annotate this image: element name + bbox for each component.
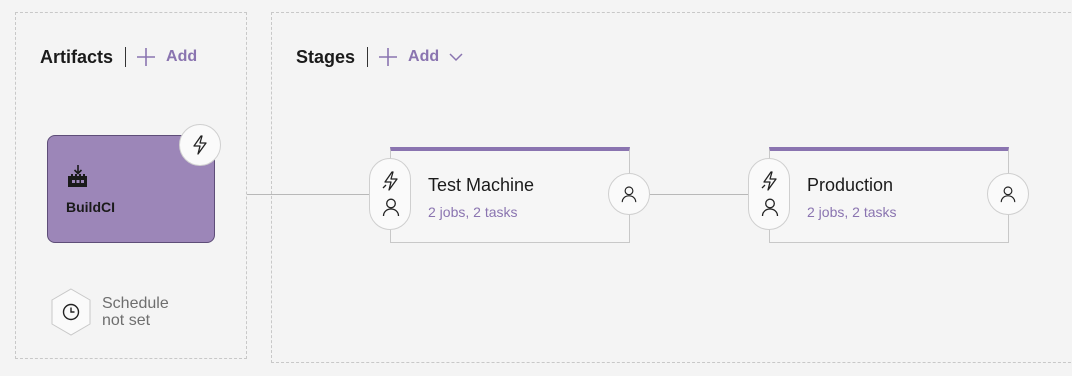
add-stage-label: Add bbox=[408, 48, 440, 65]
add-artifact-label: Add bbox=[166, 48, 198, 65]
plus-icon bbox=[137, 48, 156, 66]
stage-summary: 2 jobs, 2 tasks bbox=[428, 204, 518, 220]
person-icon bbox=[761, 198, 779, 217]
pre-deployment-conditions-button[interactable] bbox=[369, 158, 411, 230]
chevron-down-icon bbox=[449, 53, 463, 62]
clock-icon bbox=[51, 288, 91, 336]
stage-card-production[interactable]: Production 2 jobs, 2 tasks bbox=[769, 147, 1009, 243]
build-icon bbox=[68, 165, 87, 187]
artifact-name: BuildCI bbox=[66, 199, 115, 215]
lightning-icon bbox=[382, 171, 398, 191]
artifacts-header: Artifacts Add bbox=[40, 45, 197, 69]
schedule-trigger[interactable]: Schedule not set bbox=[50, 288, 169, 336]
stage-stage-connector bbox=[650, 194, 750, 195]
artifacts-title: Artifacts bbox=[40, 46, 114, 67]
post-deployment-conditions-button[interactable] bbox=[608, 173, 650, 215]
schedule-line-1: Schedule bbox=[102, 295, 169, 312]
post-deployment-conditions-button[interactable] bbox=[987, 173, 1029, 215]
header-separator bbox=[125, 47, 127, 67]
schedule-line-2: not set bbox=[102, 312, 151, 329]
continuous-deployment-trigger-button[interactable] bbox=[179, 124, 221, 166]
person-icon bbox=[621, 186, 637, 203]
add-artifact-button[interactable]: Add bbox=[136, 47, 197, 67]
stage-name: Test Machine bbox=[428, 175, 535, 195]
stage-card-test-machine[interactable]: Test Machine 2 jobs, 2 tasks bbox=[390, 147, 630, 243]
schedule-label: Schedule not set bbox=[102, 295, 169, 329]
artifact-stage-connector bbox=[247, 194, 371, 195]
stages-header: Stages Add bbox=[296, 45, 463, 69]
plus-icon bbox=[379, 48, 398, 66]
stages-title: Stages bbox=[296, 46, 356, 67]
stage-summary: 2 jobs, 2 tasks bbox=[807, 204, 897, 220]
add-stage-button[interactable]: Add bbox=[378, 47, 463, 67]
person-icon bbox=[1000, 186, 1016, 203]
lightning-icon bbox=[193, 135, 207, 155]
stage-name: Production bbox=[807, 175, 894, 195]
pre-deployment-conditions-button[interactable] bbox=[748, 158, 790, 230]
person-icon bbox=[382, 198, 400, 217]
header-separator bbox=[367, 47, 369, 67]
lightning-icon bbox=[761, 171, 777, 191]
